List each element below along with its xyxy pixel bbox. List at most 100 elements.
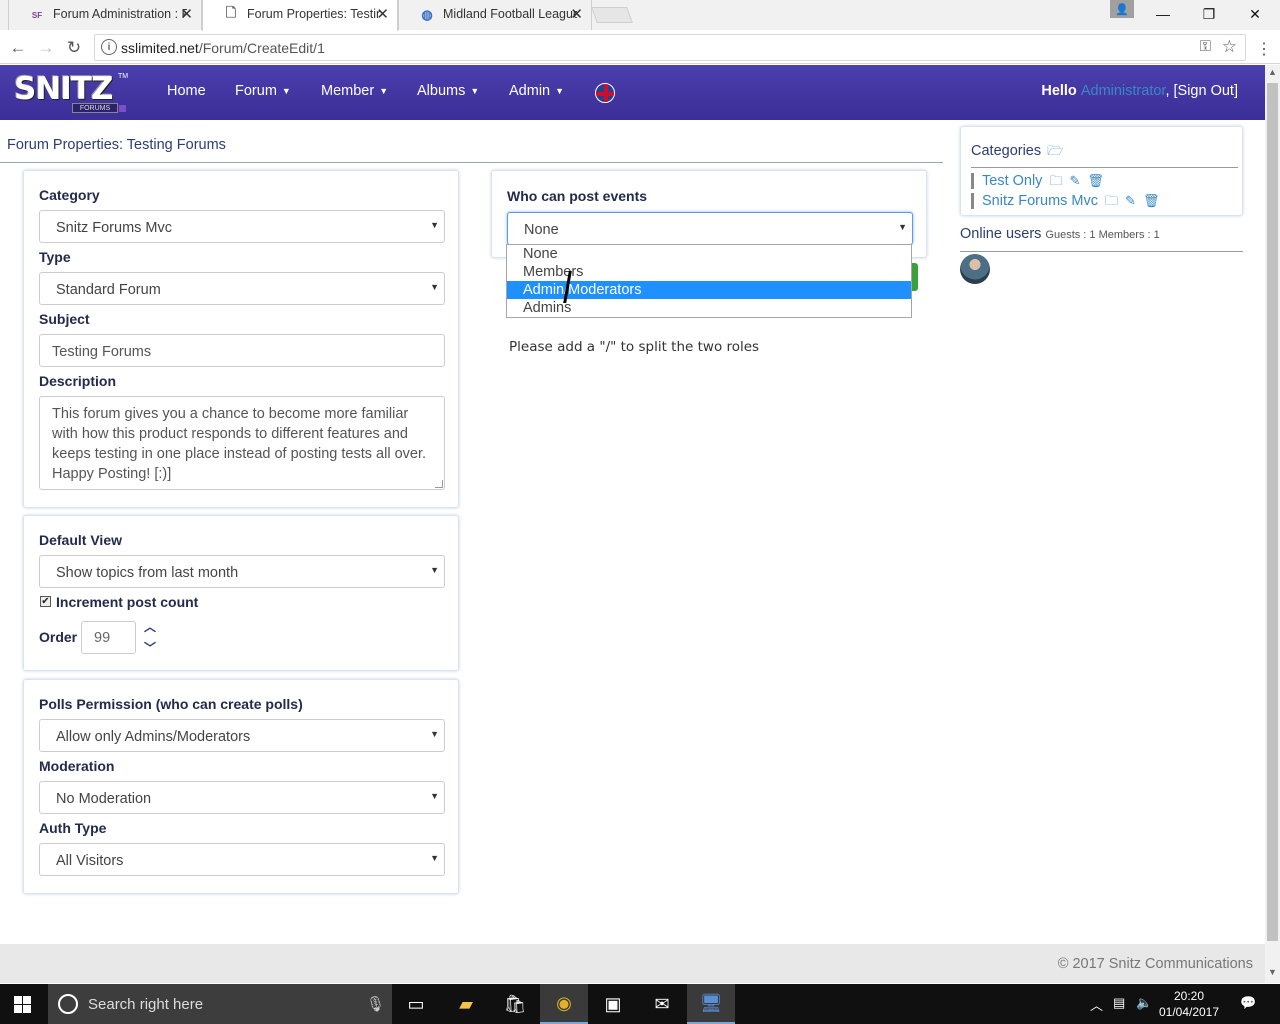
edit-icon[interactable]: ✎ bbox=[1125, 193, 1136, 209]
display-options-panel: Default View Show topics from last month… bbox=[23, 515, 459, 671]
microphone-icon[interactable]: 🎙 bbox=[366, 995, 385, 1013]
order-label: Order bbox=[39, 629, 78, 645]
new-tab-button[interactable] bbox=[591, 7, 633, 23]
browser-tab-forum-admin[interactable]: SF Forum Administration : F ✕ bbox=[8, 0, 202, 30]
nav-home[interactable]: Home bbox=[167, 83, 206, 99]
category-item-test-only[interactable]: Test Only 🗀 ✎ 🗑 bbox=[971, 173, 1104, 189]
polls-permission-label: Polls Permission (who can create polls) bbox=[39, 696, 303, 712]
restore-button[interactable]: ❐ bbox=[1186, 0, 1232, 28]
type-select[interactable]: Standard Forum ▼ bbox=[39, 272, 445, 305]
nav-albums-dropdown[interactable]: Albums ▼ bbox=[417, 83, 479, 99]
url-text[interactable]: sslimited.net/Forum/CreateEdit/1 bbox=[121, 40, 325, 56]
football-favicon-icon: ◍ bbox=[421, 7, 433, 22]
taskbar-clock[interactable]: 20:20 01/04/2017 bbox=[1158, 988, 1220, 1020]
increment-post-count-label: Increment post count bbox=[56, 594, 199, 610]
default-view-select[interactable]: Show topics from last month ▼ bbox=[39, 555, 445, 588]
order-decrement-icon[interactable]: ﹀ bbox=[144, 639, 156, 656]
nav-member-dropdown[interactable]: Member ▼ bbox=[321, 83, 388, 99]
folder-icon[interactable]: 🗀 bbox=[1049, 173, 1062, 189]
divider bbox=[960, 251, 1243, 252]
user-greeting: Hello Administrator, [Sign Out] bbox=[1041, 83, 1238, 99]
close-tab-icon[interactable]: ✕ bbox=[570, 5, 583, 23]
order-input[interactable]: 99 bbox=[81, 621, 136, 654]
permissions-panel: Polls Permission (who can create polls) … bbox=[23, 679, 459, 894]
snitz-logo[interactable]: SNITZ TM FORUMS bbox=[14, 71, 128, 113]
info-icon[interactable]: i bbox=[101, 39, 117, 55]
option-none[interactable]: None bbox=[507, 245, 911, 263]
edit-icon[interactable]: ✎ bbox=[1069, 173, 1080, 189]
trash-icon[interactable]: 🗑 bbox=[1143, 193, 1160, 209]
browser-menu-icon[interactable]: ⋮ bbox=[1256, 39, 1272, 59]
bookmark-star-icon[interactable]: ☆ bbox=[1222, 37, 1237, 57]
nav-admin-dropdown[interactable]: Admin ▼ bbox=[509, 83, 564, 99]
tab-title: Midland Football League bbox=[443, 7, 577, 21]
moderation-select[interactable]: No Moderation ▼ bbox=[39, 781, 445, 814]
description-textarea[interactable]: This forum gives you a chance to become … bbox=[39, 396, 445, 490]
task-view-icon[interactable]: ▭ bbox=[392, 984, 440, 1024]
caret-down-icon: ▼ bbox=[281, 86, 291, 97]
close-tab-icon[interactable]: ✕ bbox=[180, 5, 193, 23]
close-tab-icon[interactable]: ✕ bbox=[376, 5, 389, 23]
sign-out-link[interactable]: , [Sign Out] bbox=[1165, 83, 1238, 99]
trash-icon[interactable]: 🗑 bbox=[1087, 173, 1104, 189]
scroll-up-icon: ▲ bbox=[1268, 67, 1277, 77]
increment-post-count-checkbox[interactable]: ✔ bbox=[40, 596, 51, 607]
nav-forum-dropdown[interactable]: Forum ▼ bbox=[235, 83, 291, 99]
action-center-icon[interactable]: 💬 bbox=[1240, 995, 1256, 1011]
avatar[interactable] bbox=[960, 254, 990, 284]
reload-button[interactable]: ↻ bbox=[62, 36, 86, 60]
option-admins[interactable]: Admins bbox=[507, 299, 911, 317]
caret-down-icon: ▼ bbox=[379, 86, 389, 97]
folder-open-icon: 🗁 bbox=[1047, 143, 1064, 158]
key-icon[interactable]: ⚿ bbox=[1200, 38, 1211, 55]
page-favicon-icon: 🗋 bbox=[225, 5, 237, 20]
file-explorer-icon[interactable]: ▰ bbox=[442, 984, 490, 1024]
type-label: Type bbox=[39, 249, 71, 265]
browser-tabstrip: SF Forum Administration : F ✕ 🗋 Forum Pr… bbox=[0, 0, 1280, 31]
command-prompt-icon[interactable]: ▣ bbox=[589, 984, 637, 1024]
taskbar-search-box[interactable]: Search right here 🎙 bbox=[48, 984, 392, 1024]
close-window-button[interactable]: ✕ bbox=[1232, 0, 1278, 28]
scroll-down-icon: ▼ bbox=[1268, 967, 1277, 977]
username-link[interactable]: Administrator bbox=[1081, 83, 1166, 99]
remote-desktop-icon[interactable]: 🖥 bbox=[687, 984, 735, 1024]
profile-icon[interactable]: 👤 bbox=[1110, 0, 1134, 18]
dropdown-arrow-icon: ▼ bbox=[898, 222, 907, 232]
network-icon[interactable]: ▤ bbox=[1113, 995, 1125, 1011]
resize-handle-icon bbox=[435, 480, 443, 488]
category-item-snitz-forums-mvc[interactable]: Snitz Forums Mvc 🗀 ✎ 🗑 bbox=[971, 193, 1159, 209]
page-scrollbar[interactable]: ▲ ▼ bbox=[1265, 65, 1280, 983]
store-icon[interactable]: 🛍 bbox=[491, 984, 539, 1024]
divider bbox=[0, 162, 943, 163]
browser-tab-forum-properties[interactable]: 🗋 Forum Properties: Testing ✕ bbox=[202, 0, 398, 31]
mail-icon[interactable]: ✉ bbox=[638, 984, 686, 1024]
minimize-button[interactable]: — bbox=[1140, 0, 1186, 28]
subject-input[interactable]: Testing Forums bbox=[39, 334, 445, 367]
folder-icon[interactable]: 🗀 bbox=[1105, 193, 1118, 209]
url-bar[interactable]: i sslimited.net/Forum/CreateEdit/1 ⚿ ☆ bbox=[94, 34, 1246, 61]
caret-down-icon: ▼ bbox=[555, 86, 565, 97]
back-button[interactable]: ← bbox=[6, 36, 30, 60]
uk-flag-icon[interactable] bbox=[595, 83, 615, 103]
volume-icon[interactable]: 🔈 bbox=[1136, 995, 1152, 1011]
windows-start-icon[interactable] bbox=[14, 996, 32, 1013]
auth-type-select[interactable]: All Visitors ▼ bbox=[39, 843, 445, 876]
page-footer: © 2017 Snitz Communications bbox=[0, 944, 1265, 983]
description-label: Description bbox=[39, 373, 117, 389]
caret-down-icon: ▼ bbox=[470, 86, 480, 97]
address-bar-row: ← → ↻ i sslimited.net/Forum/CreateEdit/1… bbox=[0, 31, 1280, 64]
auth-type-label: Auth Type bbox=[39, 820, 107, 836]
category-label: Category bbox=[39, 187, 100, 203]
browser-tab-midland[interactable]: ◍ Midland Football League ✕ bbox=[398, 0, 592, 30]
events-permission-select[interactable]: None ▼ bbox=[507, 212, 913, 245]
tray-chevron-icon[interactable]: ︿ bbox=[1090, 995, 1103, 1014]
category-select[interactable]: Snitz Forums Mvc ▼ bbox=[39, 210, 445, 243]
chrome-icon[interactable]: ◉ bbox=[540, 984, 588, 1024]
order-increment-icon[interactable]: ︿ bbox=[144, 618, 156, 635]
cortana-icon bbox=[58, 994, 78, 1014]
roles-hint-text: Please add a "/" to split the two roles bbox=[509, 339, 760, 355]
forward-button[interactable]: → bbox=[34, 36, 58, 60]
polls-permission-select[interactable]: Allow only Admins/Moderators ▼ bbox=[39, 719, 445, 752]
categories-heading: Categories 🗁 bbox=[971, 142, 1063, 164]
dropdown-arrow-icon: ▼ bbox=[430, 220, 439, 230]
